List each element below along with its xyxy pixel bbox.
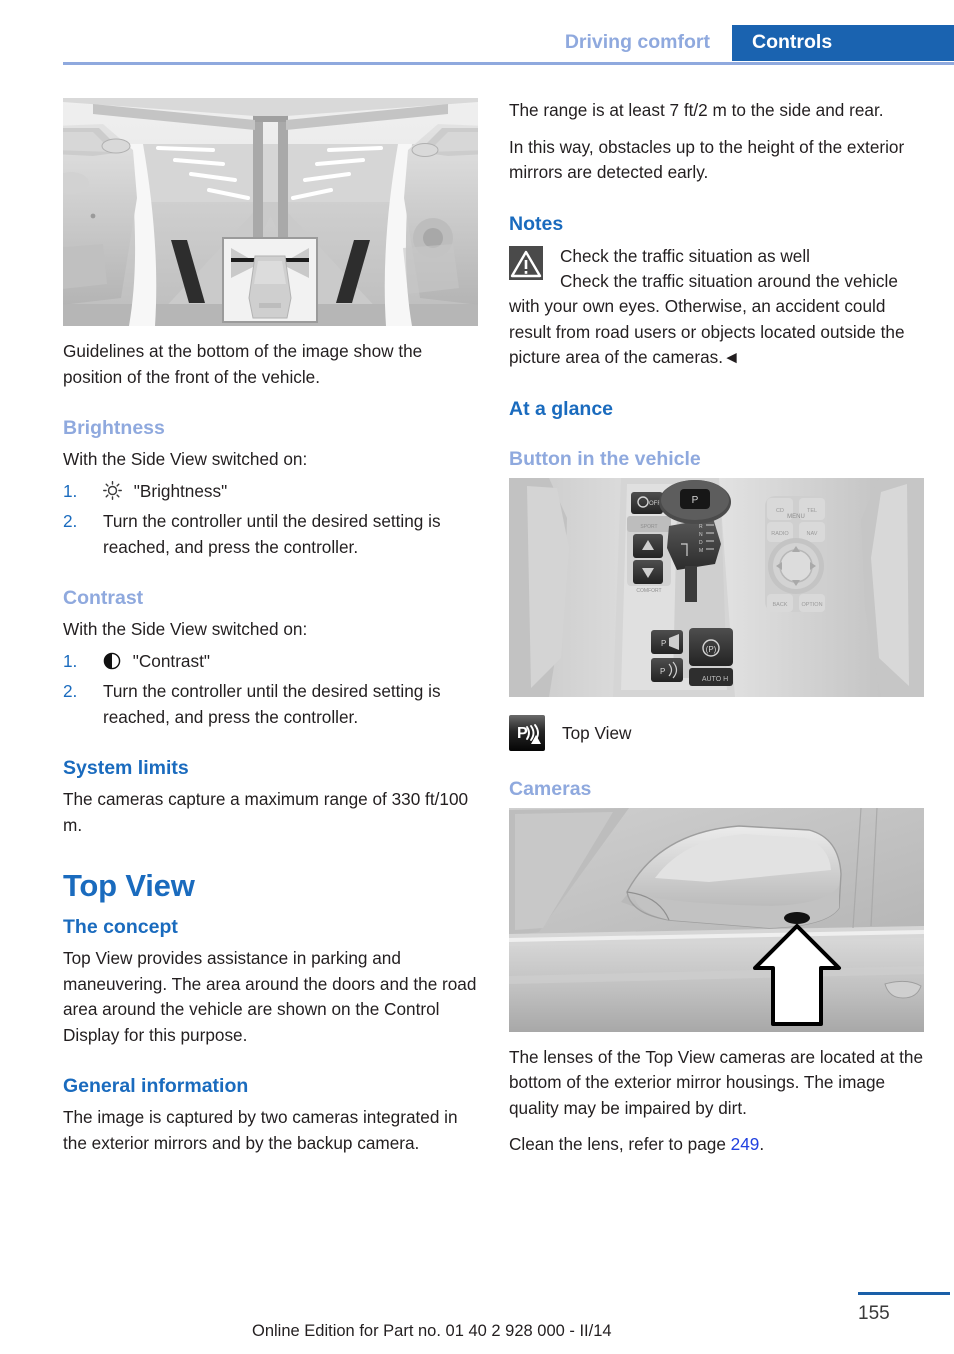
clean-lens-prefix: Clean the lens, refer to page — [509, 1134, 731, 1154]
svg-text:AUTO H: AUTO H — [702, 676, 728, 683]
side-view-illustration — [63, 98, 478, 326]
svg-text:P: P — [661, 639, 666, 648]
heading-brightness: Brightness — [63, 417, 165, 439]
step-number: 1. — [63, 650, 78, 671]
heading-contrast: Contrast — [63, 587, 144, 609]
svg-text:COMFORT: COMFORT — [636, 588, 661, 594]
svg-text:P: P — [692, 495, 699, 506]
step-number: 2. — [63, 511, 78, 531]
step-number: 2. — [63, 681, 78, 701]
step-item: 2. Turn the controller until the desired… — [63, 509, 478, 560]
sun-icon — [103, 480, 122, 508]
contrast-steps: 1. "Contrast" 2. Turn the controller unt… — [63, 649, 478, 731]
heading-notes: Notes — [509, 212, 564, 235]
svg-text:N: N — [699, 532, 703, 538]
svg-text:P: P — [660, 667, 665, 676]
svg-text:D: D — [699, 540, 703, 546]
heading-cameras: Cameras — [509, 777, 592, 800]
svg-text:(P): (P) — [706, 645, 717, 654]
svg-text:RADIO: RADIO — [771, 531, 789, 537]
heading-system-limits: System limits — [63, 757, 189, 779]
right-column: The range is at least 7 ft/2 m to the si… — [509, 98, 924, 1169]
figure-side-view-display — [63, 98, 478, 326]
page-reference-link[interactable]: 249 — [731, 1134, 760, 1154]
footer-edition-text: Online Edition for Part no. 01 40 2 928 … — [252, 1322, 612, 1340]
svg-text:R: R — [699, 524, 703, 530]
figure-center-console: SPORT COMFORT OFF P RN DM P P (P) AUTO H… — [509, 477, 924, 697]
warning-note: Check the traffic situation as well Chec… — [509, 243, 924, 371]
mirror-illustration — [509, 807, 924, 1032]
step-item: 1. "Brightness" — [63, 479, 478, 508]
clean-lens-text: Clean the lens, refer to page 249. — [509, 1132, 924, 1158]
svg-text:BACK: BACK — [773, 602, 788, 608]
idrive-controller: CD TEL RADIO NAV MENU BACK OPTION — [765, 495, 827, 612]
heading-general-information: General information — [63, 1075, 249, 1097]
button-legend-row: P Top View — [509, 714, 924, 751]
svg-text:SPORT: SPORT — [640, 524, 657, 530]
system-limits-text: The cameras capture a maximum range of 3… — [63, 789, 469, 835]
svg-text:OPTION: OPTION — [801, 602, 822, 608]
warning-title: Check the traffic situation as well — [560, 245, 810, 266]
general-information-text: The image is captured by two cameras int… — [63, 1107, 458, 1153]
svg-text:CD: CD — [776, 508, 784, 514]
step-text: "Brightness" — [133, 480, 228, 501]
tab-controls[interactable]: Controls — [752, 31, 832, 54]
parked-car-right — [403, 124, 478, 305]
figure-mirror-camera — [509, 807, 924, 1032]
top-view-button — [651, 657, 683, 682]
paragraph-range: The range is at least 7 ft/2 m to the si… — [509, 100, 884, 120]
svg-text:MENU: MENU — [787, 514, 805, 520]
heading-the-concept: The concept — [63, 916, 178, 938]
svg-text:TEL: TEL — [807, 508, 817, 514]
brightness-steps: 1. "Brightness" 2. Turn the controller u… — [63, 479, 478, 561]
page-header: Driving comfort Controls — [0, 0, 954, 66]
page-number: 155 — [858, 1303, 890, 1324]
top-view-inset — [222, 237, 318, 323]
brightness-intro: With the Side View switched on: — [63, 449, 308, 469]
heading-button-in-the-vehicle: Button in the vehicle — [509, 447, 701, 470]
heading-at-a-glance: At a glance — [509, 397, 614, 420]
figure-caption-side-view: Guidelines at the bottom of the image sh… — [63, 341, 423, 387]
button-legend-label: Top View — [562, 722, 632, 743]
step-text: "Contrast" — [132, 650, 210, 671]
camera-lens — [784, 911, 810, 924]
page-number-rule — [858, 1292, 950, 1295]
top-view-button-icon: P — [509, 714, 545, 751]
paragraph-obstacles: In this way, obstacles up to the height … — [509, 136, 905, 183]
cameras-text: The lenses of the Top View cameras are l… — [509, 1046, 924, 1118]
svg-text:NAV: NAV — [807, 531, 818, 537]
warning-body: Check the traffic situation around the v… — [509, 270, 905, 368]
warning-triangle-icon — [509, 245, 543, 280]
tab-driving-comfort[interactable]: Driving comfort — [565, 31, 710, 54]
header-divider — [63, 62, 954, 65]
contrast-icon — [103, 652, 121, 678]
the-concept-text: Top View provides assistance in parking … — [63, 948, 477, 1045]
step-number: 1. — [63, 480, 78, 501]
clean-lens-suffix: . — [759, 1134, 765, 1154]
left-column: Guidelines at the bottom of the image sh… — [63, 98, 478, 1167]
step-text: Turn the controller until the desired se… — [103, 681, 441, 727]
contrast-intro: With the Side View switched on: — [63, 619, 308, 639]
page-title: Top View — [63, 868, 195, 903]
step-item: 1. "Contrast" — [63, 649, 478, 678]
svg-text:M: M — [699, 548, 703, 554]
step-text: Turn the controller until the desired se… — [103, 511, 441, 557]
step-item: 2. Turn the controller until the desired… — [63, 679, 478, 730]
console-illustration: SPORT COMFORT OFF P RN DM P P (P) AUTO H… — [509, 477, 924, 697]
